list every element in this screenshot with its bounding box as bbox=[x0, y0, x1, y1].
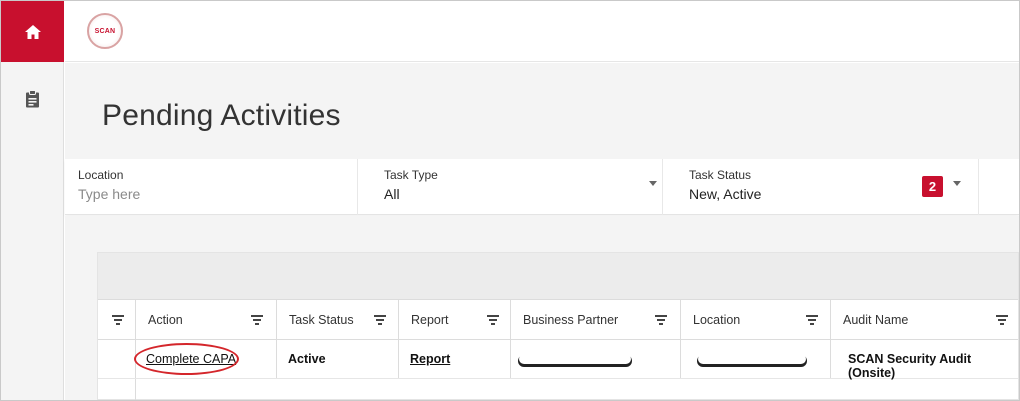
report-link[interactable]: Report bbox=[410, 352, 450, 366]
filter-icon[interactable] bbox=[111, 315, 124, 325]
tasks-nav-button[interactable] bbox=[1, 73, 64, 125]
app-window: SCAN Pending Activities Location Type he… bbox=[0, 0, 1020, 401]
business-partner-cell bbox=[511, 340, 681, 378]
left-nav-rail bbox=[1, 1, 64, 400]
report-cell: Report bbox=[399, 340, 511, 378]
location-filter[interactable]: Location Type here bbox=[65, 159, 358, 215]
audit-name-value: SCAN Security Audit (Onsite) bbox=[848, 352, 972, 380]
task-status-value: Active bbox=[288, 352, 326, 366]
filter-icon[interactable] bbox=[373, 315, 386, 325]
column-header-audit-name[interactable]: Audit Name bbox=[831, 300, 1019, 339]
column-header-business-partner[interactable]: Business Partner bbox=[511, 300, 681, 339]
location-cell bbox=[681, 340, 831, 378]
activities-grid: Action Task Status Report Business Partn… bbox=[97, 252, 1019, 400]
row-select-cell[interactable] bbox=[98, 340, 136, 378]
filter-icon[interactable] bbox=[654, 315, 667, 325]
filter-icon[interactable] bbox=[995, 315, 1008, 325]
filter-icon[interactable] bbox=[486, 315, 499, 325]
filter-bar: Location Type here Task Type All Task St… bbox=[65, 159, 1019, 215]
task-status-filter-label: Task Status bbox=[689, 168, 752, 182]
column-header-label: Report bbox=[411, 313, 449, 327]
redacted-location bbox=[698, 354, 806, 364]
scan-logo[interactable]: SCAN bbox=[87, 13, 123, 49]
column-header-location[interactable]: Location bbox=[681, 300, 831, 339]
task-status-filter-value: New, Active bbox=[689, 186, 762, 202]
filter-icon[interactable] bbox=[805, 315, 818, 325]
column-header-label: Audit Name bbox=[843, 313, 909, 327]
column-header-report[interactable]: Report bbox=[399, 300, 511, 339]
action-cell: Complete CAPA bbox=[136, 340, 277, 378]
task-status-count-badge: 2 bbox=[922, 176, 943, 197]
content-area: Action Task Status Report Business Partn… bbox=[65, 216, 1019, 400]
audit-name-cell: SCAN Security Audit (Onsite) bbox=[831, 340, 1019, 380]
task-status-cell: Active bbox=[277, 340, 399, 378]
row-divider bbox=[135, 379, 136, 400]
task-type-filter-label: Task Type bbox=[384, 168, 438, 182]
column-header-label: Business Partner bbox=[523, 313, 619, 327]
filter-icon[interactable] bbox=[250, 315, 263, 325]
page-title: Pending Activities bbox=[102, 99, 341, 132]
column-header-action[interactable]: Action bbox=[136, 300, 277, 339]
column-header-label: Task Status bbox=[289, 313, 354, 327]
location-filter-label: Location bbox=[78, 168, 124, 182]
top-bar: SCAN bbox=[65, 1, 1019, 62]
page-header: Pending Activities bbox=[65, 63, 1019, 159]
location-filter-input[interactable]: Type here bbox=[78, 186, 140, 202]
complete-capa-link[interactable]: Complete CAPA bbox=[146, 352, 236, 366]
home-icon bbox=[24, 24, 41, 39]
task-status-dropdown-icon[interactable] bbox=[953, 181, 961, 186]
logo-text: SCAN bbox=[94, 27, 116, 35]
grid-header-row: Action Task Status Report Business Partn… bbox=[98, 300, 1018, 340]
column-header-label: Action bbox=[148, 313, 183, 327]
column-header-task-status[interactable]: Task Status bbox=[277, 300, 399, 339]
table-row[interactable]: Complete CAPA Active Report SCAN Securit… bbox=[98, 340, 1019, 380]
task-status-filter[interactable]: Task Status New, Active 2 bbox=[663, 159, 979, 215]
task-type-filter-value: All bbox=[384, 186, 400, 202]
task-type-filter[interactable]: Task Type All bbox=[358, 159, 663, 215]
clipboard-icon bbox=[26, 90, 39, 108]
grid-toolbar bbox=[98, 253, 1018, 300]
redacted-business-partner bbox=[519, 354, 631, 364]
home-nav-button[interactable] bbox=[1, 1, 64, 62]
column-header-label: Location bbox=[693, 313, 741, 327]
task-type-dropdown-icon[interactable] bbox=[649, 181, 657, 186]
select-column-header[interactable] bbox=[98, 300, 136, 339]
